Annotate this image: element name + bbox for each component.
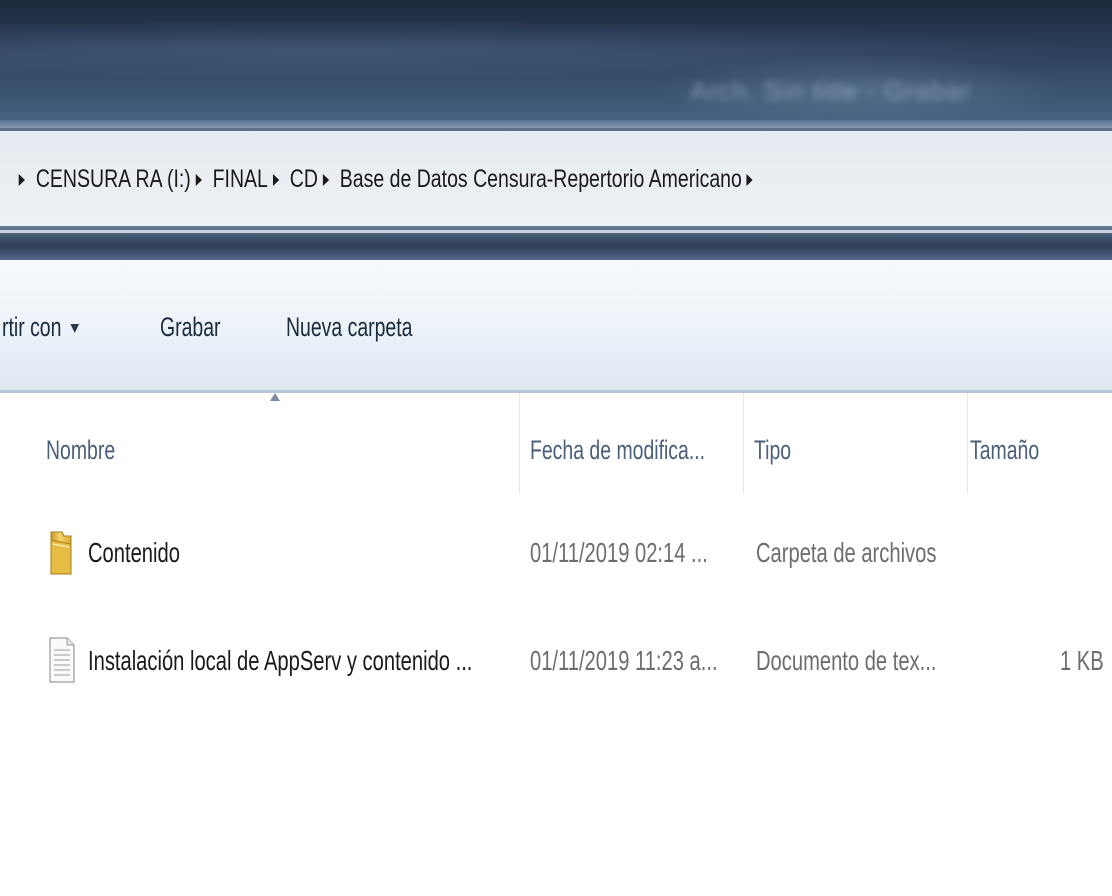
- file-row[interactable]: Contenido 01/11/2019 02:14 ... Carpeta d…: [0, 523, 1112, 583]
- explorer-window: Arch. Sin title · Grabar CENSURA RA (I:)…: [0, 0, 1112, 896]
- command-toolbar: rtir con Grabar Nueva carpeta: [0, 260, 1112, 393]
- title-bar-edge: [0, 120, 1112, 128]
- file-date: 01/11/2019 02:14 ...: [530, 537, 708, 568]
- breadcrumb-item-drive[interactable]: CENSURA RA (I:): [36, 165, 191, 194]
- breadcrumb-chevron-icon[interactable]: [272, 173, 279, 186]
- breadcrumb: CENSURA RA (I:) FINAL CD Base de Datos C…: [14, 165, 764, 194]
- column-header-size-label: Tamaño: [970, 435, 1040, 465]
- address-bar-separator: [0, 226, 1112, 260]
- new-folder-button[interactable]: Nueva carpeta: [286, 312, 412, 343]
- share-with-label: rtir con: [2, 312, 62, 342]
- burn-label: Grabar: [160, 312, 221, 342]
- column-header-type[interactable]: Tipo: [744, 393, 968, 493]
- column-header-size[interactable]: Tamaño: [968, 393, 1112, 493]
- column-header-name-label: Nombre: [46, 435, 116, 465]
- address-bar[interactable]: CENSURA RA (I:) FINAL CD Base de Datos C…: [0, 128, 1112, 231]
- folder-icon: [50, 531, 72, 575]
- breadcrumb-item-base-de-datos[interactable]: Base de Datos Censura-Repertorio America…: [340, 165, 742, 194]
- text-document-icon: [49, 637, 75, 683]
- file-list: Nombre Fecha de modifica... Tipo Tamaño: [0, 393, 1112, 896]
- file-row[interactable]: Instalación local de AppServ y contenido…: [0, 631, 1112, 691]
- breadcrumb-chevron-icon[interactable]: [322, 173, 329, 186]
- file-type: Documento de tex...: [756, 645, 937, 676]
- file-size: 1 KB: [1060, 645, 1104, 676]
- file-date: 01/11/2019 11:23 a...: [530, 645, 718, 676]
- column-header-date-label: Fecha de modifica...: [530, 435, 706, 465]
- sort-ascending-icon: [270, 393, 280, 401]
- breadcrumb-chevron-icon[interactable]: [195, 173, 202, 186]
- column-header-date[interactable]: Fecha de modifica...: [520, 393, 744, 493]
- column-header-name[interactable]: Nombre: [0, 393, 520, 493]
- new-folder-label: Nueva carpeta: [286, 312, 413, 342]
- separator-highlight: [0, 230, 1112, 233]
- burn-button[interactable]: Grabar: [160, 312, 221, 343]
- breadcrumb-chevron-icon[interactable]: [746, 173, 753, 186]
- breadcrumb-chevron-icon[interactable]: [18, 173, 25, 186]
- file-name: Instalación local de AppServ y contenido…: [88, 645, 473, 676]
- title-bar-blurred-text: Arch. Sin title · Grabar: [690, 76, 972, 106]
- file-name: Contenido: [88, 537, 180, 568]
- breadcrumb-item-cd[interactable]: CD: [290, 165, 318, 194]
- share-with-button[interactable]: rtir con: [2, 312, 79, 343]
- title-bar: Arch. Sin title · Grabar: [0, 0, 1112, 128]
- column-header-type-label: Tipo: [754, 435, 792, 465]
- file-type: Carpeta de archivos: [756, 537, 937, 568]
- dropdown-arrow-icon: [70, 324, 79, 334]
- breadcrumb-item-final[interactable]: FINAL: [213, 165, 268, 194]
